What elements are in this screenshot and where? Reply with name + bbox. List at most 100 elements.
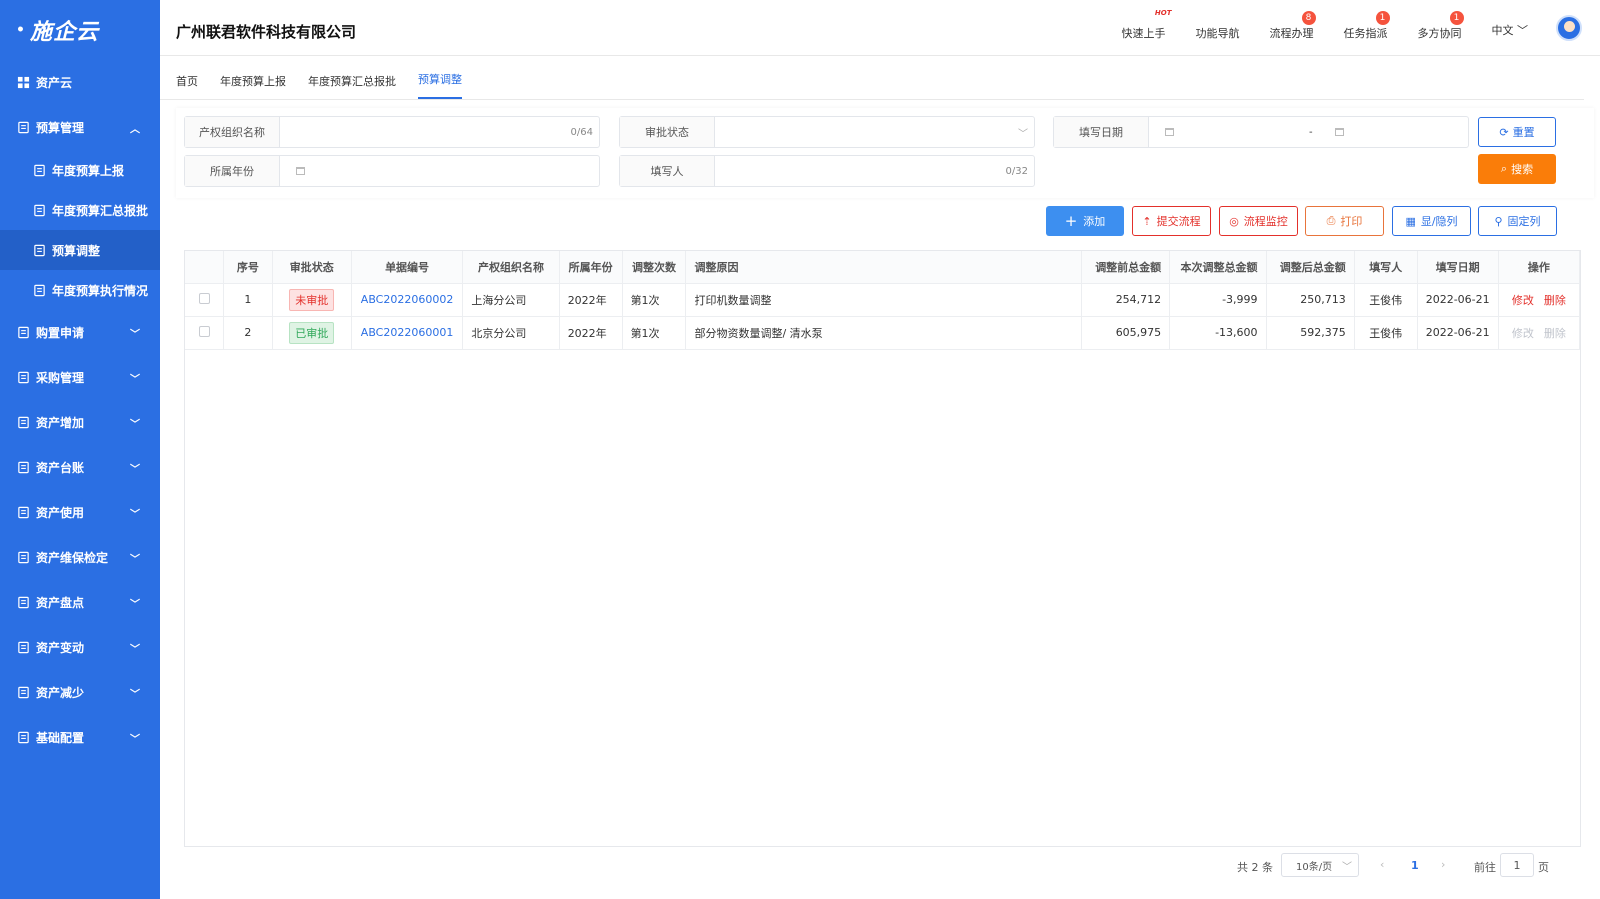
date-range-input[interactable]: - [1149, 117, 1468, 147]
tab-item[interactable]: 首页 [176, 73, 198, 99]
add-button[interactable]: + 添加 [1046, 206, 1124, 236]
header-nav-item[interactable]: 多方协同 1 [1418, 11, 1464, 41]
avatar[interactable] [1556, 15, 1582, 41]
tab-item[interactable]: 年度预算上报 [220, 73, 286, 99]
header-nav-item[interactable]: 任务指派 1 [1344, 11, 1390, 41]
cell-writer: 王俊伟 [1354, 283, 1418, 317]
reset-button[interactable]: ⟳ 重置 [1478, 117, 1556, 147]
cube-icon [16, 551, 30, 565]
sidebar-item[interactable]: 资产使用 ﹀ [0, 490, 160, 535]
year-input[interactable] [280, 156, 599, 186]
cell-no: 2 [223, 316, 273, 350]
chevron-down-icon: ﹀ [1018, 128, 1028, 140]
notification-badge: 1 [1449, 11, 1464, 25]
org-label: 产权组织名称 [185, 117, 280, 147]
notification-badge: 8 [1301, 11, 1316, 25]
sidebar-item[interactable]: 资产减少 ﹀ [0, 670, 160, 715]
sidebar-item[interactable]: 资产变动 ﹀ [0, 625, 160, 670]
cell-writer: 王俊伟 [1354, 316, 1418, 350]
sidebar-item[interactable]: 年度预算上报 [0, 150, 160, 190]
edit-link[interactable]: 修改 [1512, 327, 1534, 340]
header-nav-item[interactable]: 快速上手 HOT [1122, 9, 1172, 41]
cell-actions: 修改 删除 [1498, 283, 1581, 317]
prev-page-icon[interactable]: ‹ [1380, 858, 1384, 871]
column-header: 填写人 [1354, 251, 1418, 284]
sidebar-item-label: 预算调整 [52, 243, 101, 258]
cell-year: 2022年 [559, 283, 623, 317]
cell-times: 第1次 [622, 283, 687, 317]
page-number[interactable]: 1 [1411, 859, 1419, 872]
sidebar-item-label: 年度预算执行情况 [52, 283, 149, 298]
writer-label: 填写人 [620, 156, 715, 186]
logo: • 施企云 [16, 19, 99, 45]
cell-status: 未审批 [272, 283, 352, 317]
sidebar-item[interactable]: 年度预算汇总报批 [0, 190, 160, 230]
pin-icon: ⚲ [1494, 214, 1503, 228]
home-icon [16, 416, 30, 430]
sidebar-item[interactable]: 基础配置 ﹀ [0, 715, 160, 760]
sidebar-item[interactable]: 资产台账 ﹀ [0, 445, 160, 490]
layers-icon [16, 506, 30, 520]
writer-input[interactable]: 0/32 [715, 156, 1034, 186]
search-button[interactable]: ⌕ 搜索 [1478, 154, 1556, 184]
delete-link[interactable]: 删除 [1544, 327, 1566, 340]
cell-change: -3,999 [1169, 283, 1267, 317]
status-badge: 未审批 [289, 288, 335, 311]
row-checkbox[interactable] [198, 325, 210, 337]
header-nav-item[interactable]: 流程办理 8 [1270, 11, 1316, 41]
sidebar-item[interactable]: 资产盘点 ﹀ [0, 580, 160, 625]
sidebar-item-label: 资产变动 [36, 641, 85, 655]
submit-flow-button[interactable]: ⇡ 提交流程 [1132, 206, 1211, 236]
column-header: 序号 [223, 251, 273, 284]
cell-status: 已审批 [272, 316, 352, 350]
sidebar-item[interactable]: 资产云 [0, 60, 160, 105]
chevron-down-icon: ﹀ [1342, 861, 1352, 873]
cell-change: -13,600 [1169, 316, 1267, 350]
row-checkbox[interactable] [198, 292, 210, 304]
year-filter: 所属年份 [184, 155, 600, 187]
column-header: 本次调整总金额 [1169, 251, 1267, 284]
page-size-select[interactable]: 10条/页 ﹀ [1281, 853, 1359, 877]
next-page-icon[interactable]: › [1441, 858, 1445, 871]
sidebar-item[interactable]: 预算调整 [0, 230, 160, 270]
sidebar-item-label: 年度预算上报 [52, 163, 125, 178]
total-count: 共 2 条 [1237, 861, 1273, 874]
tab-item[interactable]: 年度预算汇总报批 [308, 73, 396, 99]
tab-item[interactable]: 预算调整 [418, 71, 462, 99]
column-header: 调整原因 [685, 251, 1082, 284]
clipboard-icon [16, 371, 30, 385]
select-all-header [185, 251, 225, 284]
sidebar-item[interactable]: 采购管理 ﹀ [0, 355, 160, 400]
toggle-columns-button[interactable]: ▦ 显/隐列 [1392, 206, 1471, 236]
sidebar-item[interactable]: 资产增加 ﹀ [0, 400, 160, 445]
column-header: 填写日期 [1417, 251, 1499, 284]
org-input[interactable]: 0/64 [280, 117, 599, 147]
column-header: 调整后总金额 [1266, 251, 1355, 284]
monitor-flow-button[interactable]: ◎ 流程监控 [1219, 206, 1298, 236]
fix-columns-button[interactable]: ⚲ 固定列 [1478, 206, 1557, 236]
column-header: 产权组织名称 [462, 251, 560, 284]
goto-input[interactable]: 1 [1500, 853, 1534, 877]
sidebar-item[interactable]: 预算管理 ︿ [0, 105, 160, 150]
cell-after: 250,713 [1266, 283, 1355, 317]
status-select[interactable]: ﹀ [715, 117, 1034, 147]
column-header: 操作 [1498, 251, 1581, 284]
cell-year: 2022年 [559, 316, 623, 350]
doc-code-link[interactable]: ABC2022060002 [361, 293, 454, 306]
printer-icon: ⎙ [1326, 214, 1336, 227]
summary-icon [32, 203, 46, 217]
sidebar-item[interactable]: 资产维保检定 ﹀ [0, 535, 160, 580]
print-button[interactable]: ⎙ 打印 [1305, 206, 1384, 236]
doc-code-link[interactable]: ABC2022060001 [361, 326, 454, 339]
writer-filter: 填写人 0/32 [619, 155, 1035, 187]
header-nav-item[interactable]: 功能导航 [1196, 25, 1240, 41]
sidebar-item-label: 资产台账 [36, 461, 85, 475]
language-select[interactable]: 中文 ﹀ [1492, 22, 1529, 38]
table-row: 1 未审批 ABC2022060002 上海分公司 2022年 第1次 打印机数量调整 254… [185, 283, 1581, 317]
sidebar-item[interactable]: 购置申请 ﹀ [0, 310, 160, 355]
delete-link[interactable]: 删除 [1544, 294, 1566, 307]
sidebar-item[interactable]: 年度预算执行情况 [0, 270, 160, 310]
column-header: 单据编号 [351, 251, 464, 284]
chevron-icon: ﹀ [130, 554, 140, 565]
edit-link[interactable]: 修改 [1512, 294, 1534, 307]
